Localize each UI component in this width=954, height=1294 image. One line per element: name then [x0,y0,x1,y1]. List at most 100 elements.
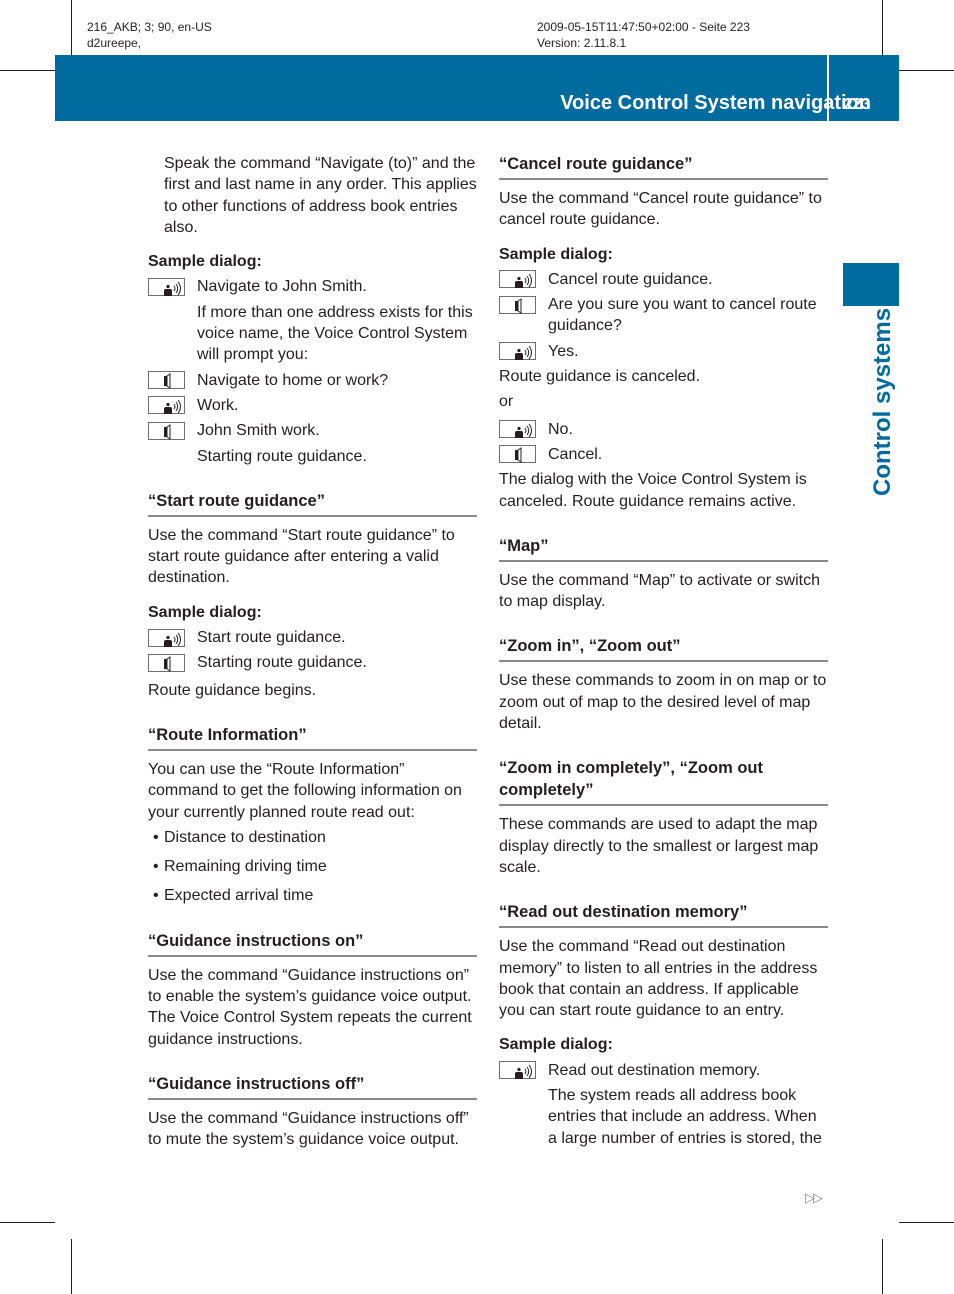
start-route-body: Use the command “Start route guidance” t… [148,526,455,587]
dialog-speaker [499,294,548,315]
continue-icon: ▷▷ [805,1190,823,1205]
dialog-speaker [148,627,197,648]
crop-mark [0,70,55,71]
dialog-list: Navigate to John Smith. If more than one … [148,276,477,466]
dialog-speaker [148,276,197,297]
read-out-body: Use the command “Read out destination me… [499,938,818,1020]
print-meta-right-line1: 2009-05-15T11:47:50+02:00 - Seite 223 [537,20,750,34]
crop-mark [899,1222,954,1223]
list-item: Remaining driving time [148,856,477,878]
print-meta-left: 216_AKB; 3; 90, en-US d2ureepe, [87,19,212,51]
section-heading-zoom-completely: “Zoom in completely”, “Zoom out complete… [499,757,828,807]
section-heading-guidance-off: “Guidance instructions off” [148,1073,477,1100]
guidance-off-body: Use the command “Guidance instructions o… [148,1109,469,1149]
loudspeaker-icon [148,421,185,440]
dialog-line: Start route guidance. [148,627,477,648]
print-meta-left-line1: 216_AKB; 3; 90, en-US [87,20,212,34]
crop-mark [71,0,72,55]
speaking-person-icon [499,342,536,361]
cancel-route-body: Use the command “Cancel route guidance” … [499,190,822,229]
route-information-body: You can use the “Route Information” comm… [148,760,462,821]
intro-paragraph: Speak the command “Navigate (to)” and th… [164,155,477,236]
section-heading-guidance-on: “Guidance instructions on” [148,930,477,957]
print-meta-left-line2: d2ureepe, [87,36,142,50]
dialog-text: If more than one address exists for this… [197,303,473,364]
loudspeaker-icon [148,653,185,672]
crop-mark [899,70,954,71]
zoom-completely-body: These commands are used to adapt the map… [499,816,819,876]
dialog-text: Starting route guidance. [197,654,367,672]
print-meta-right-line2: Version: 2.11.8.1 [537,36,627,50]
speaking-person-icon [148,277,185,296]
sample-dialog-heading: Sample dialog: [148,603,262,621]
dialog-text: Yes. [548,342,579,360]
dialog-speaker [499,1060,548,1081]
dialog-line: Cancel route guidance. [499,269,828,290]
crop-mark [882,0,883,55]
dialog-text: Start route guidance. [197,629,346,647]
section-heading-read-out: “Read out destination memory” [499,901,828,929]
section-heading-start-route: “Start route guidance” [148,490,477,517]
dialog-line: Starting route guidance. [148,446,477,467]
sample-dialog-heading: Sample dialog: [499,1036,613,1054]
dialog-line: John Smith work. [148,420,477,441]
dialog-speaker [499,269,548,290]
section-heading-zoom: “Zoom in”, “Zoom out” [499,635,828,663]
or-text: or [499,393,514,411]
right-column: “Cancel route guidance” Use the command … [499,153,828,1153]
section-heading-map: “Map” [499,535,828,562]
dialog-line: The system reads all address book entrie… [499,1085,828,1149]
dialog-text: Starting route guidance. [197,447,367,465]
side-tab-label: Control systems [869,307,896,496]
crop-mark [71,1239,72,1294]
dialog-line: No. [499,419,828,440]
start-route-result: Route guidance begins. [148,681,317,699]
dialog-text: Cancel route guidance. [548,270,713,288]
dialog-speaker [148,395,197,416]
cancel-route-result: Route guidance is canceled. [499,368,701,386]
dialog-speaker [499,444,548,465]
dialog-line: Cancel. [499,444,828,465]
crop-mark [882,1239,883,1294]
speaking-person-icon [148,396,185,415]
dialog-line: Starting route guidance. [148,652,477,673]
dialog-line: Work. [148,395,477,416]
crop-mark [0,1222,55,1223]
dialog-speaker [499,419,548,440]
speaking-person-icon [148,628,185,647]
dialog-text: The system reads all address book entrie… [548,1087,822,1147]
guidance-on-body: Use the command “Guidance instructions o… [148,966,472,1048]
map-body: Use the command “Map” to activate or swi… [499,571,821,611]
section-heading-cancel-route: “Cancel route guidance” [499,153,828,180]
dialog-text: Cancel. [548,445,603,463]
dialog-text: Work. [197,396,239,414]
dialog-speaker [148,370,197,391]
dialog-text: John Smith work. [197,422,320,440]
dialog-speaker [148,420,197,441]
dialog-list: Read out destination memory. The system r… [499,1060,828,1149]
speaking-person-icon [499,1061,536,1080]
dialog-speaker [148,652,197,673]
dialog-line: Yes. [499,341,828,362]
dialog-line: Navigate to home or work? [148,370,477,391]
speaking-person-icon [499,420,536,439]
sample-dialog-heading: Sample dialog: [148,253,262,271]
section-heading-route-information: “Route Information” [148,724,477,751]
page-number: 223 [843,96,871,113]
cancel-route-result-alt: The dialog with the Voice Control System… [499,471,807,510]
dialog-line: Read out destination memory. [499,1060,828,1081]
dialog-line: Navigate to John Smith. [148,276,477,297]
dialog-text: Read out destination memory. [548,1061,761,1079]
dialog-text: Are you sure you want to cancel route gu… [548,296,817,335]
route-information-list: Distance to destination Remaining drivin… [148,827,477,907]
dialog-list: Cancel route guidance. Are you sure you … [499,269,828,362]
zoom-body: Use these commands to zoom in on map or … [499,672,827,733]
loudspeaker-icon [499,295,536,314]
dialog-text: Navigate to home or work? [197,371,389,389]
side-tab-marker [843,263,899,306]
dialog-line: If more than one address exists for this… [148,302,477,366]
list-item: Expected arrival time [148,885,477,907]
loudspeaker-icon [499,445,536,464]
dialog-list: No. Cancel. [499,419,828,466]
dialog-speaker [499,341,548,362]
